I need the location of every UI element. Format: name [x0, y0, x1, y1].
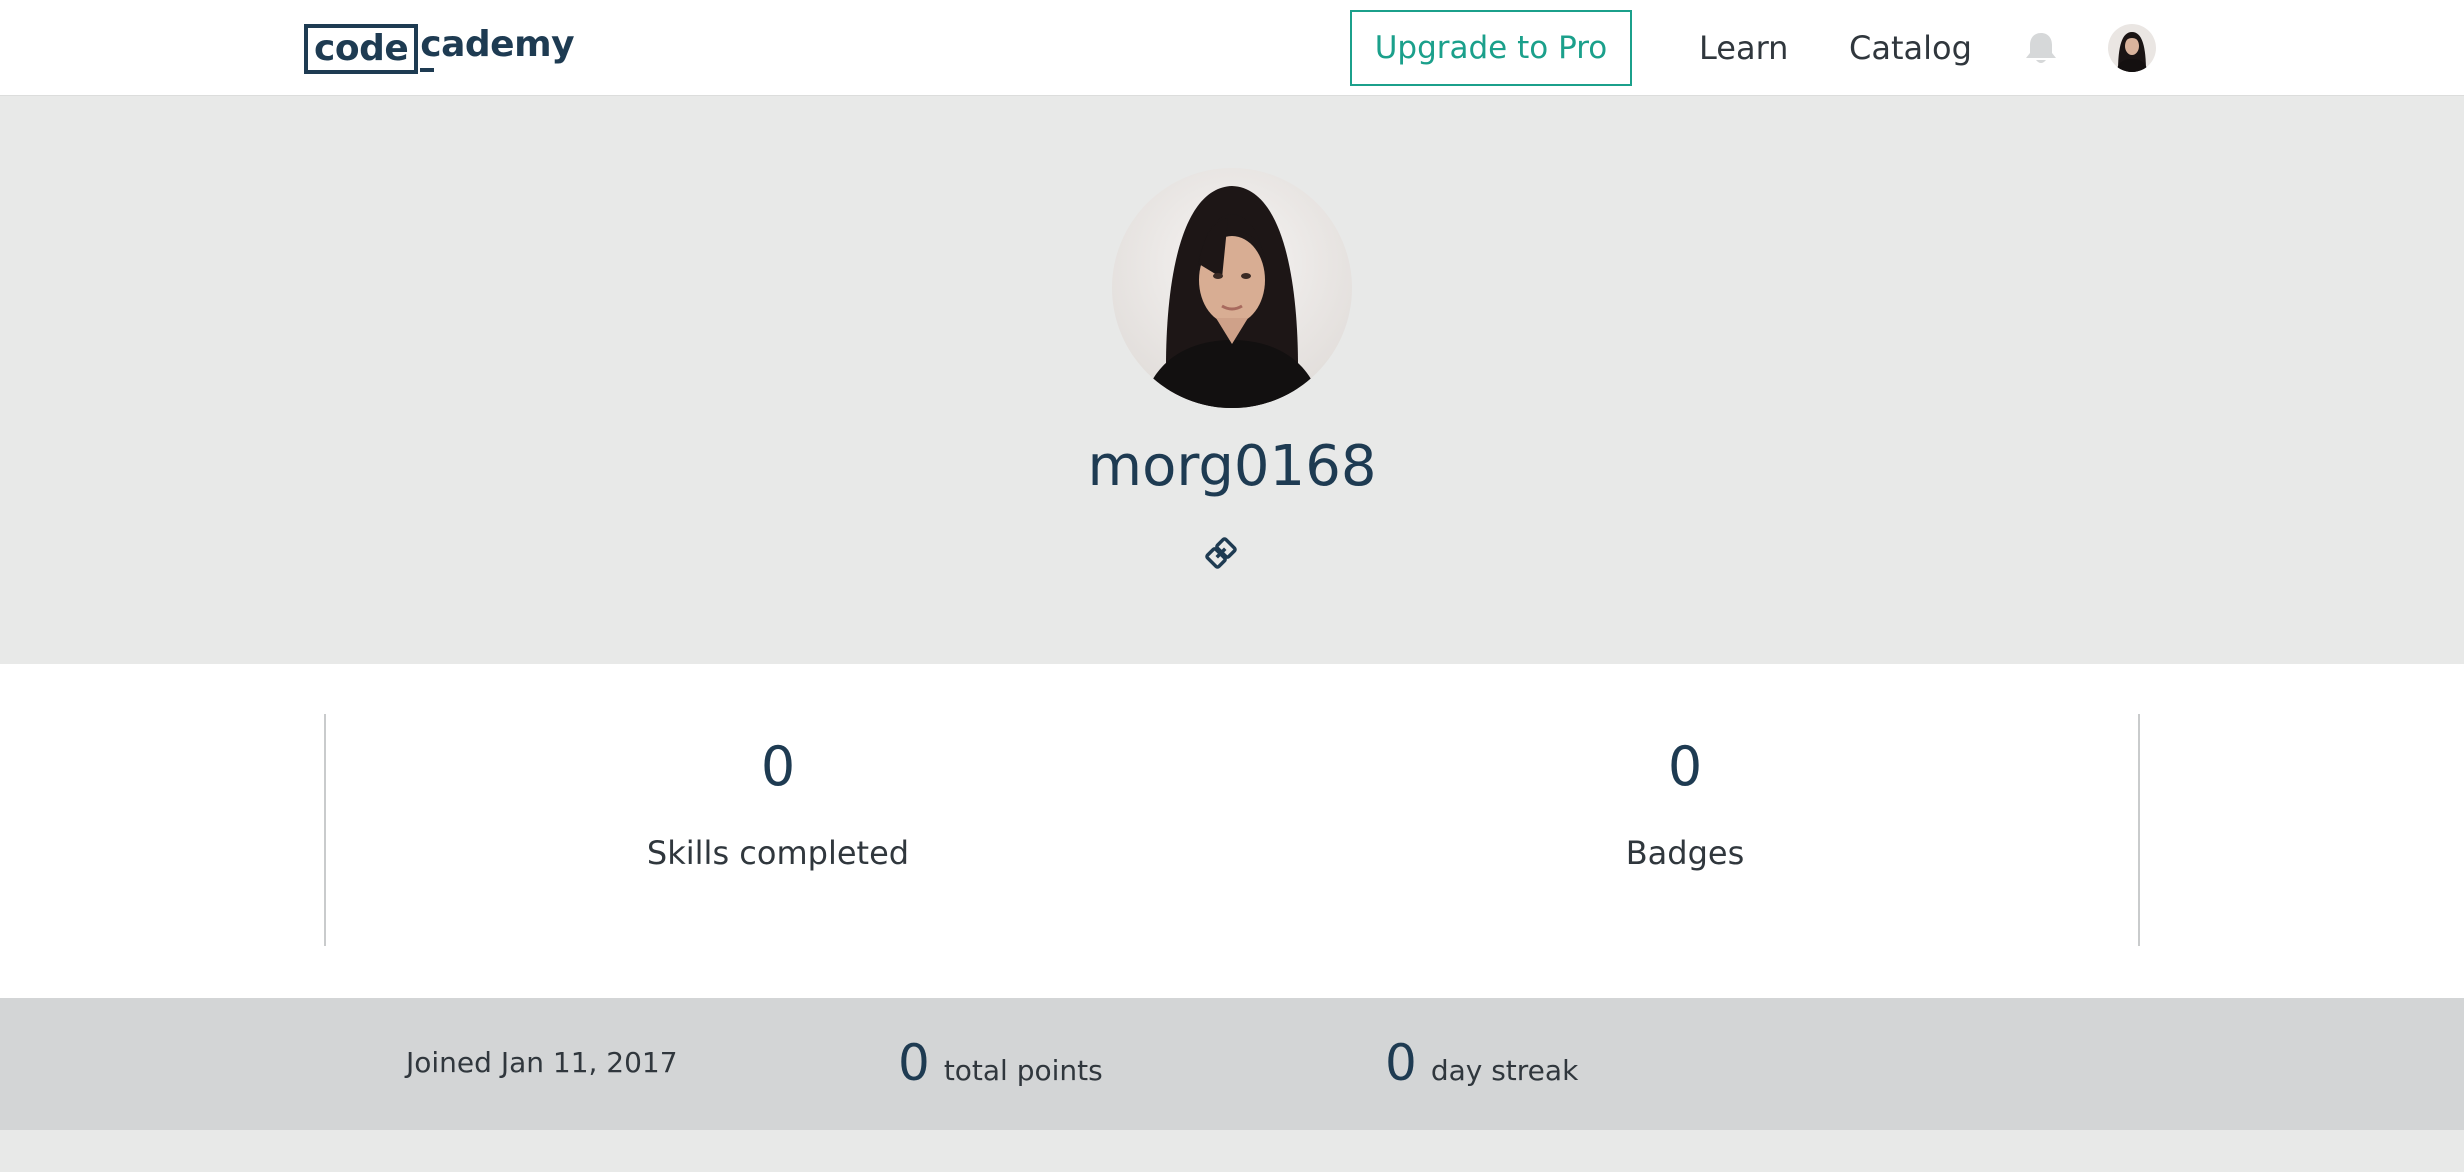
joined-date: Joined Jan 11, 2017 [406, 1046, 678, 1079]
total-points-metric: 0 total points [898, 1034, 1103, 1092]
codecademy-logo[interactable]: code cademy [304, 24, 575, 74]
stats-right-divider [2138, 714, 2140, 946]
total-points-value: 0 [898, 1034, 930, 1092]
user-avatar-menu[interactable] [2108, 24, 2156, 72]
day-streak-label: day streak [1430, 1054, 1579, 1087]
upgrade-to-pro-button[interactable]: Upgrade to Pro [1350, 10, 1632, 86]
day-streak-metric: 0 day streak [1385, 1034, 1578, 1092]
logo-rest-text: cademy [418, 24, 575, 74]
badges-stat: 0 Badges [1385, 735, 1985, 873]
bell-icon[interactable] [2024, 30, 2058, 66]
nav-catalog-link[interactable]: Catalog [1849, 24, 1972, 72]
nav-learn-link[interactable]: Learn [1699, 24, 1788, 72]
stats-left-divider [324, 714, 326, 946]
profile-avatar [1112, 168, 1352, 408]
stats-band: 0 Skills completed 0 Badges [0, 664, 2464, 998]
profile-header: morg0168 [0, 96, 2464, 664]
logo-rest-label: cademy [420, 24, 575, 65]
badges-label: Badges [1625, 834, 1745, 872]
profile-info-strip: Joined Jan 11, 2017 0 total points 0 day… [0, 998, 2464, 1130]
skills-completed-label: Skills completed [646, 834, 910, 872]
skills-completed-stat: 0 Skills completed [478, 735, 1078, 873]
top-navigation: code cademy Upgrade to Pro Learn Catalog [0, 0, 2464, 96]
logo-underscore [420, 68, 435, 72]
total-points-label: total points [943, 1054, 1103, 1087]
day-streak-value: 0 [1385, 1034, 1417, 1092]
logo-boxed-text: code [304, 24, 419, 74]
skills-completed-value: 0 [760, 735, 796, 798]
profile-username: morg0168 [1087, 434, 1377, 499]
badges-value: 0 [1667, 735, 1703, 798]
link-icon[interactable] [1204, 536, 1238, 570]
